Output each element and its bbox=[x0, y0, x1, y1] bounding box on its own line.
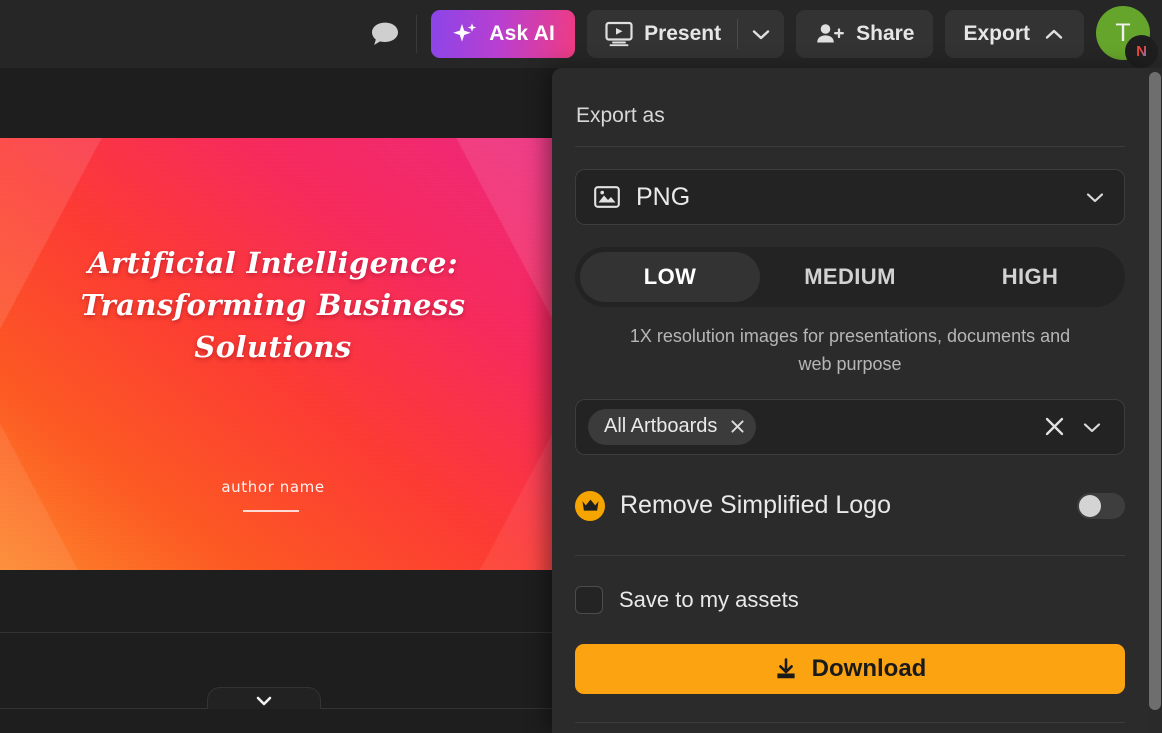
collapse-panel-tab[interactable] bbox=[207, 687, 321, 709]
present-label: Present bbox=[644, 22, 722, 45]
save-to-assets-row[interactable]: Save to my assets bbox=[575, 580, 1125, 620]
comments-button[interactable] bbox=[362, 11, 408, 57]
save-to-assets-label: Save to my assets bbox=[619, 586, 799, 612]
chevron-down-icon bbox=[1084, 190, 1106, 204]
present-dropdown-button[interactable] bbox=[738, 10, 784, 58]
chevron-up-icon bbox=[1042, 27, 1066, 42]
chevron-down-icon[interactable] bbox=[1074, 420, 1110, 434]
slide-artboard-preview[interactable]: Artificial Intelligence: Transforming Bu… bbox=[0, 138, 552, 570]
remove-simplified-logo-toggle[interactable] bbox=[1077, 492, 1125, 519]
avatar-badge-letter: N bbox=[1136, 43, 1147, 60]
export-panel-heading: Export as bbox=[576, 104, 665, 127]
export-panel-divider-2 bbox=[575, 554, 1125, 556]
quality-option-low[interactable]: LOW bbox=[580, 252, 760, 302]
share-label: Share bbox=[856, 22, 915, 45]
sparkles-icon bbox=[451, 21, 479, 47]
toggle-knob bbox=[1079, 494, 1101, 517]
slide-title: Artificial Intelligence: Transforming Bu… bbox=[80, 246, 466, 365]
chevron-down-icon bbox=[750, 27, 772, 41]
export-panel-divider bbox=[575, 146, 1125, 147]
top-toolbar: Ask AI Present Share Export T N bbox=[0, 0, 1162, 68]
export-panel: Export as PNG LOW MEDIUM HIGH 1X resolut… bbox=[552, 68, 1148, 733]
download-icon bbox=[774, 657, 798, 681]
export-quality-description: 1X resolution images for presentations, … bbox=[629, 326, 1071, 374]
share-button[interactable]: Share bbox=[796, 10, 934, 58]
quality-option-high[interactable]: HIGH bbox=[940, 252, 1120, 302]
remove-simplified-logo-label: Remove Simplified Logo bbox=[620, 491, 891, 520]
avatar-app-badge: N bbox=[1125, 35, 1158, 68]
present-button[interactable]: Present bbox=[587, 10, 737, 58]
remove-simplified-logo-row: Remove Simplified Logo bbox=[575, 483, 1125, 529]
slide-author-underline bbox=[243, 510, 299, 512]
download-button[interactable]: Download bbox=[575, 643, 1125, 694]
vertical-scrollbar-thumb[interactable] bbox=[1149, 72, 1161, 710]
export-format-select[interactable]: PNG bbox=[575, 169, 1125, 225]
present-button-group: Present bbox=[587, 10, 785, 58]
image-icon bbox=[594, 186, 620, 208]
artboard-tag: All Artboards bbox=[588, 408, 757, 445]
artboard-tag-label: All Artboards bbox=[604, 415, 718, 438]
speech-bubble-icon bbox=[370, 20, 400, 48]
slide-author: author name bbox=[221, 478, 325, 496]
export-panel-divider-3 bbox=[575, 721, 1125, 723]
canvas-divider-top bbox=[0, 632, 560, 633]
export-label: Export bbox=[963, 22, 1030, 45]
ask-ai-label: Ask AI bbox=[489, 22, 556, 45]
crown-icon bbox=[575, 490, 605, 521]
toolbar-separator bbox=[416, 15, 418, 53]
close-icon[interactable] bbox=[729, 418, 746, 435]
user-avatar[interactable]: T N bbox=[1096, 6, 1158, 68]
export-button[interactable]: Export bbox=[945, 10, 1084, 58]
artboards-clear-icon[interactable] bbox=[1034, 414, 1074, 439]
export-format-value: PNG bbox=[636, 182, 691, 211]
download-button-label: Download bbox=[811, 654, 927, 682]
ask-ai-button[interactable]: Ask AI bbox=[431, 10, 576, 58]
save-to-assets-checkbox[interactable] bbox=[575, 585, 603, 614]
chevron-down-icon bbox=[254, 694, 274, 708]
app-root: Artificial Intelligence: Transforming Bu… bbox=[0, 0, 1162, 733]
export-quality-segmented: LOW MEDIUM HIGH bbox=[575, 247, 1125, 307]
artboards-select[interactable]: All Artboards bbox=[575, 398, 1125, 455]
person-add-icon bbox=[815, 22, 845, 46]
quality-option-medium[interactable]: MEDIUM bbox=[760, 252, 940, 302]
present-screen-icon bbox=[605, 21, 633, 47]
